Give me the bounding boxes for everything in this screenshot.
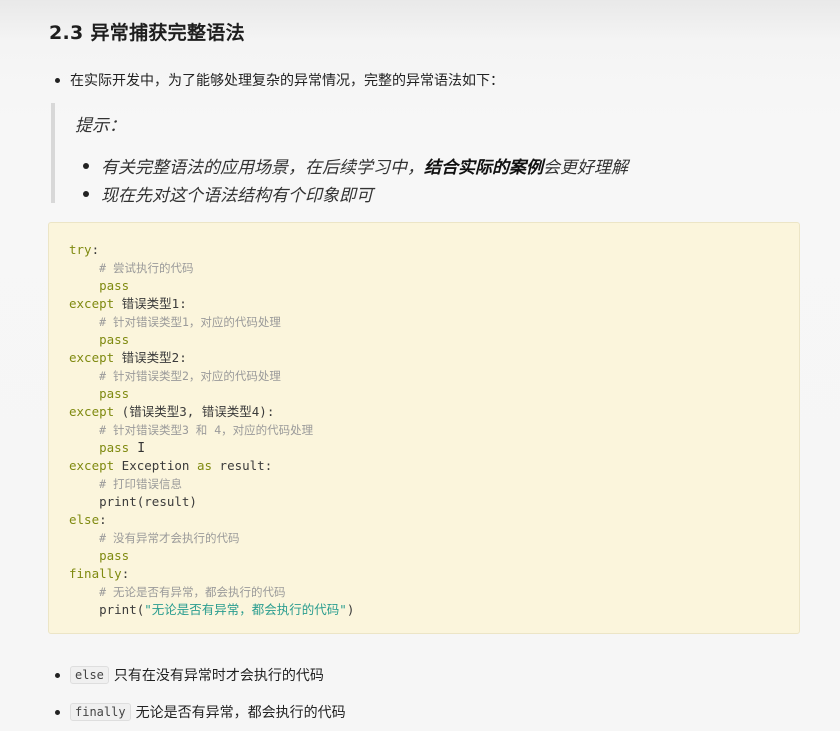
tip-item-text-bold: 结合实际的案例 [424,158,543,178]
code-line: # 没有异常才会执行的代码 [69,529,354,547]
code-comment: # 打印错误信息 [99,477,182,491]
code-text: print(result) [99,494,197,509]
code-string: "无论是否有异常，都会执行的代码" [144,602,347,617]
code-comment: # 无论是否有异常，都会执行的代码 [99,585,286,599]
code-text: Exception [114,458,197,473]
code-line: else: [69,511,354,529]
code-text: : [121,566,130,581]
tip-item-text-post: 会更好理解 [543,158,628,178]
code-line: # 尝试执行的代码 [69,259,354,277]
code-line: except Exception as result: [69,457,354,475]
tip-item: 有关完整语法的应用场景，在后续学习中， 结合实际的案例 会更好理解 [83,153,628,178]
code-line: try: [69,241,354,259]
tip-item-text: 现在先对这个语法结构有个印象即可 [101,186,373,206]
code-keyword: else [69,512,100,527]
intro-bullet: 在实际开发中，为了能够处理复杂的异常情况，完整的异常语法如下： [55,70,504,90]
intro-text: 在实际开发中，为了能够处理复杂的异常情况，完整的异常语法如下： [70,73,504,89]
note-item: else 只有在没有异常时才会执行的代码 [55,665,324,685]
note-text: 无论是否有异常，都会执行的代码 [135,705,346,721]
inline-code: finally [70,703,131,721]
code-text: (错误类型3, 错误类型4): [114,404,275,419]
code-lines: try: # 尝试执行的代码 pass except 错误类型1: # 针对错误类… [69,241,354,619]
code-keyword: pass [99,332,130,347]
tip-blockquote: 提示： 有关完整语法的应用场景，在后续学习中， 结合实际的案例 会更好理解 现在先对… [51,103,795,206]
code-line: # 打印错误信息 [69,475,354,493]
code-line: pass [69,385,354,403]
note-item: finally 无论是否有异常，都会执行的代码 [55,702,346,722]
code-line: except 错误类型2: [69,349,354,367]
code-block[interactable]: try: # 尝试执行的代码 pass except 错误类型1: # 针对错误类… [48,222,800,634]
code-keyword: pass [99,278,130,293]
text-cursor-icon: I [137,441,146,456]
code-line: pass I [69,439,354,457]
note-text: 只有在没有异常时才会执行的代码 [113,668,324,684]
bullet-dot [55,77,60,83]
code-comment: # 针对错误类型3 和 4，对应的代码处理 [99,423,314,437]
document-page: 2.3 异常捕获完整语法 在实际开发中，为了能够处理复杂的异常情况，完整的异常语… [0,0,840,731]
code-line: except (错误类型3, 错误类型4): [69,403,354,421]
code-line: # 针对错误类型3 和 4，对应的代码处理 [69,421,354,439]
section-title: 2.3 异常捕获完整语法 [49,22,245,44]
code-text: print( [99,602,145,617]
code-line: pass [69,331,354,349]
code-line: pass [69,277,354,295]
bullet-dot [83,162,89,169]
code-keyword: except [69,350,115,365]
code-text: : [91,242,100,257]
code-line: except 错误类型1: [69,295,354,313]
code-line: print("无论是否有异常，都会执行的代码") [69,601,354,619]
code-text: 错误类型2: [114,350,187,365]
code-text: result: [212,458,273,473]
code-line: # 针对错误类型2，对应的代码处理 [69,367,354,385]
code-keyword: except [69,404,115,419]
code-keyword: try [69,242,92,257]
code-keyword: except [69,296,115,311]
code-keyword: finally [69,566,122,581]
code-keyword: as [196,458,213,473]
tip-item: 现在先对这个语法结构有个印象即可 [83,181,373,206]
code-comment: # 针对错误类型1，对应的代码处理 [99,315,281,329]
code-comment: # 尝试执行的代码 [99,261,194,275]
code-line: print(result) [69,493,354,511]
code-line: # 无论是否有异常，都会执行的代码 [69,583,354,601]
code-text: 错误类型1: [114,296,187,311]
inline-code: else [70,666,109,684]
bullet-dot [83,190,89,197]
code-keyword: pass [99,548,130,563]
bullet-dot [55,672,60,678]
code-comment: # 没有异常才会执行的代码 [99,531,240,545]
code-line: pass [69,547,354,565]
code-keyword: except [69,458,115,473]
code-line: # 针对错误类型1，对应的代码处理 [69,313,354,331]
tip-item-text-pre: 有关完整语法的应用场景，在后续学习中， [101,158,424,178]
code-keyword: pass [99,440,130,455]
code-text: : [99,512,107,527]
code-comment: # 针对错误类型2，对应的代码处理 [99,369,281,383]
tip-title: 提示： [75,116,126,136]
code-text: ) [346,602,355,617]
code-line: finally: [69,565,354,583]
code-keyword: pass [99,386,130,401]
bullet-dot [55,709,60,715]
